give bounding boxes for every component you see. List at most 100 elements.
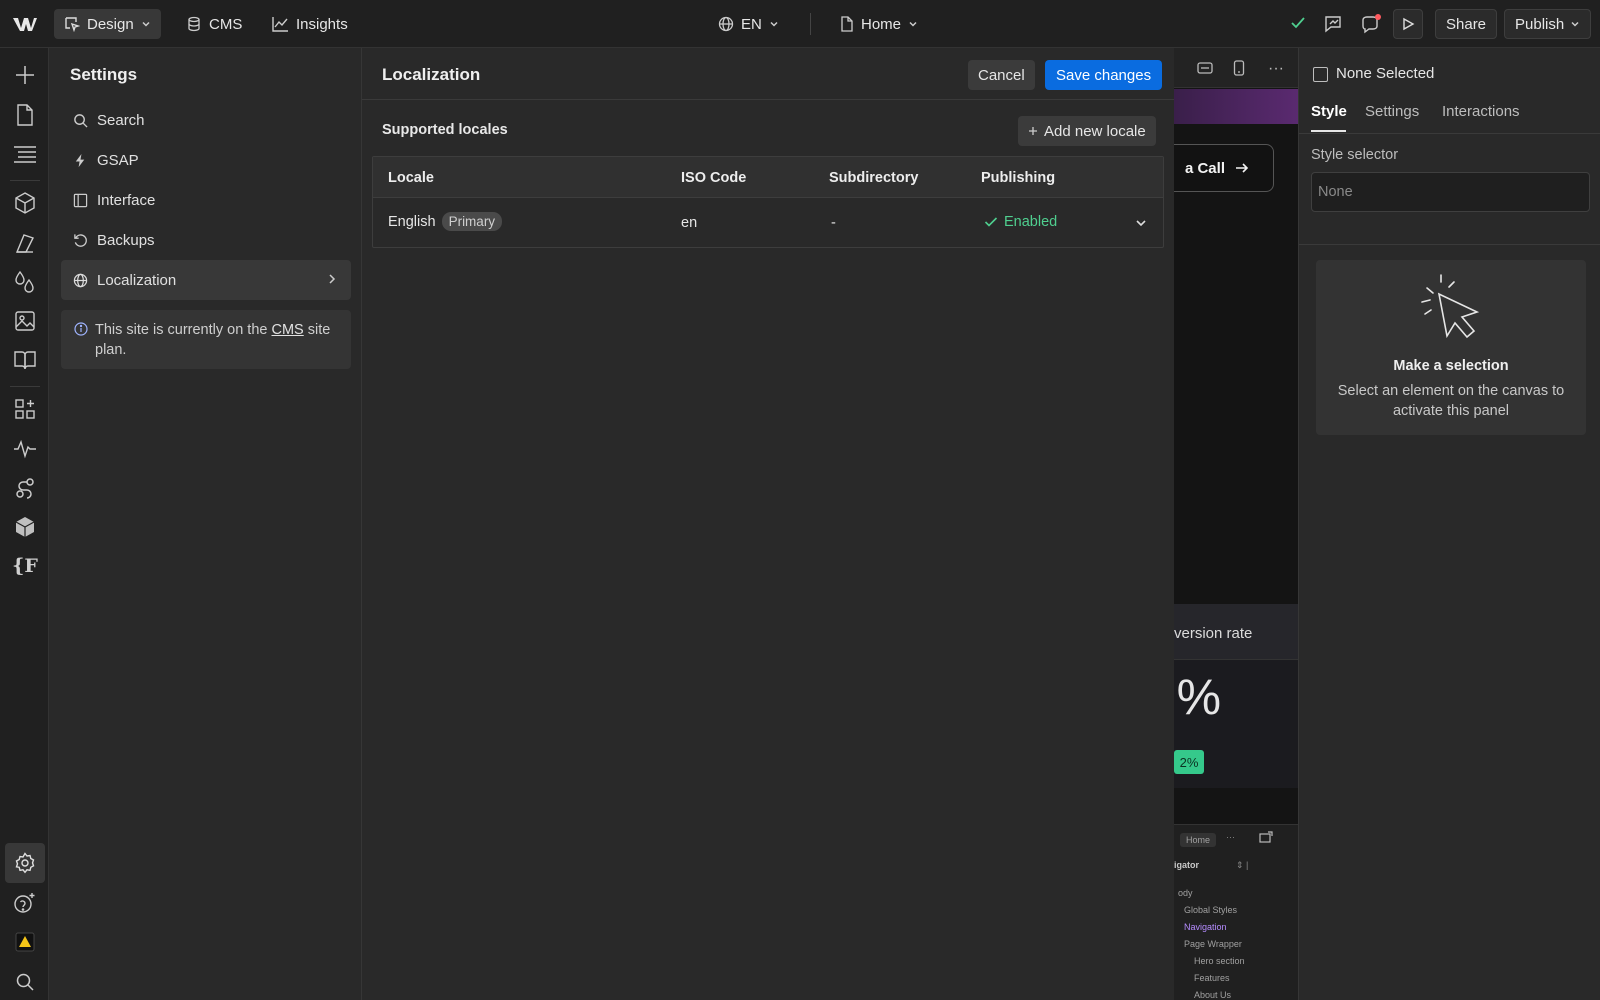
locale-switcher[interactable]: EN: [708, 9, 789, 39]
share-button[interactable]: Share: [1435, 9, 1498, 39]
help-sparkle-icon[interactable]: [12, 890, 38, 916]
tab-style[interactable]: Style: [1311, 103, 1347, 120]
rail-divider: [10, 180, 40, 181]
design-canvas[interactable]: ··· a Call version rate )% 2% Home ··· i…: [1174, 48, 1298, 1000]
check-icon[interactable]: [1290, 16, 1306, 30]
tablet-landscape-icon[interactable]: [1197, 61, 1213, 75]
comments-icon[interactable]: [1323, 14, 1343, 34]
more-options-icon[interactable]: ···: [1268, 60, 1284, 78]
plan-info-prefix: This site is currently on the: [95, 322, 268, 338]
add-icon[interactable]: [12, 62, 38, 88]
restore-icon: [73, 233, 88, 248]
cms-plan-link[interactable]: CMS: [272, 322, 304, 338]
search-icon[interactable]: [12, 969, 38, 995]
locale-cell: English Primary: [388, 212, 503, 231]
check-icon: [984, 216, 998, 228]
stat-card-header: version rate: [1174, 604, 1298, 660]
canvas-banner: [1174, 89, 1298, 124]
webflow-logo[interactable]: [12, 14, 38, 34]
settings-item-backups[interactable]: Backups: [61, 220, 351, 260]
publish-button[interactable]: Publish: [1504, 9, 1592, 39]
assets-image-icon[interactable]: [12, 308, 38, 334]
stat-change-badge: 2%: [1174, 750, 1204, 774]
canvas-toolbar: ···: [1174, 48, 1298, 88]
logic-flow-icon[interactable]: [12, 475, 38, 501]
database-icon: [186, 16, 202, 32]
chevron-down-icon: [1570, 19, 1580, 29]
box-package-icon[interactable]: [12, 514, 38, 540]
app-notifications-icon[interactable]: [1360, 14, 1382, 34]
subdirectory-cell: -: [831, 215, 836, 231]
chevron-right-icon: [327, 273, 337, 285]
pages-icon[interactable]: [12, 102, 38, 128]
mini-add-icon: [1259, 831, 1273, 843]
settings-item-search[interactable]: Search: [61, 100, 351, 140]
navigator-icon[interactable]: [12, 141, 38, 167]
empty-title: Make a selection: [1393, 358, 1509, 374]
canvas-cta-button[interactable]: a Call: [1174, 144, 1274, 192]
page-label: Home: [861, 15, 902, 33]
topbar-divider: [810, 13, 811, 35]
localization-title: Localization: [382, 65, 481, 84]
settings-item-gsap[interactable]: GSAP: [61, 140, 351, 180]
column-header-subdirectory: Subdirectory: [829, 170, 919, 186]
settings-item-localization[interactable]: Localization: [61, 260, 351, 300]
column-header-publishing: Publishing: [981, 170, 1056, 186]
styles-drops-icon[interactable]: [12, 269, 38, 295]
plan-info-box: This site is currently on the CMS site p…: [61, 310, 351, 369]
activity-pulse-icon[interactable]: [12, 436, 38, 462]
arrow-right-icon: [1235, 161, 1249, 175]
play-icon: [1401, 17, 1415, 31]
none-selected-label: None Selected: [1336, 65, 1435, 82]
tab-settings[interactable]: Settings: [1365, 103, 1419, 120]
add-new-locale-label: Add new locale: [1044, 122, 1146, 140]
cms-button[interactable]: CMS: [176, 9, 252, 39]
save-changes-button[interactable]: Save changes: [1045, 60, 1163, 90]
insights-button[interactable]: Insights: [262, 9, 358, 39]
supported-locales-title: Supported locales: [382, 122, 508, 138]
chevron-down-icon[interactable]: [1135, 218, 1147, 228]
left-toolbar: {F: [0, 48, 49, 1000]
style-selector-input[interactable]: None: [1311, 172, 1590, 212]
style-panel: None Selected Style Settings Interaction…: [1298, 48, 1600, 1000]
design-mode-button[interactable]: Design: [54, 9, 161, 39]
apps-icon[interactable]: [12, 396, 38, 422]
conversion-rate-text: version rate: [1174, 625, 1253, 642]
chevron-down-icon: [769, 19, 779, 29]
settings-gear-icon[interactable]: [12, 850, 38, 876]
variables-icon[interactable]: [12, 230, 38, 256]
globe-icon: [718, 16, 734, 32]
cursor-click-icon: [1417, 272, 1483, 344]
library-book-icon[interactable]: [12, 347, 38, 373]
mini-home-tab: Home: [1180, 833, 1217, 847]
active-tab-indicator: [1311, 130, 1346, 132]
publishing-status: Enabled: [984, 214, 1057, 230]
panel-divider: [1299, 244, 1600, 245]
add-new-locale-button[interactable]: Add new locale: [1018, 116, 1156, 146]
design-mode-label: Design: [87, 15, 134, 33]
cta-text: a Call: [1184, 159, 1225, 177]
localization-header: Localization Cancel Save changes: [362, 48, 1174, 100]
share-label: Share: [1446, 15, 1487, 33]
fonts-f-icon[interactable]: {F: [12, 553, 38, 579]
bolt-icon: [73, 153, 88, 168]
preview-button[interactable]: [1393, 9, 1423, 39]
cancel-button[interactable]: Cancel: [968, 60, 1035, 90]
page-switcher[interactable]: Home: [830, 9, 928, 39]
publishing-status-label: Enabled: [1004, 214, 1058, 230]
globe-icon: [73, 273, 88, 288]
locales-table-header: Locale ISO Code Subdirectory Publishing: [373, 157, 1163, 198]
publish-label: Publish: [1515, 15, 1565, 33]
settings-item-label: Search: [97, 111, 145, 129]
mini-item: Hero section: [1194, 956, 1245, 966]
components-icon[interactable]: [12, 190, 38, 216]
tab-interactions[interactable]: Interactions: [1442, 103, 1520, 120]
settings-item-interface[interactable]: Interface: [61, 180, 351, 220]
locales-table: Locale ISO Code Subdirectory Publishing …: [372, 156, 1164, 248]
empty-selection-card: Make a selection Select an element on th…: [1316, 260, 1586, 435]
warning-icon[interactable]: [12, 929, 38, 955]
selection-checkbox[interactable]: [1313, 67, 1328, 82]
canvas-stat-card: version rate )% 2%: [1174, 604, 1298, 788]
mobile-icon[interactable]: [1233, 60, 1245, 76]
column-header-iso-code: ISO Code: [681, 170, 747, 186]
